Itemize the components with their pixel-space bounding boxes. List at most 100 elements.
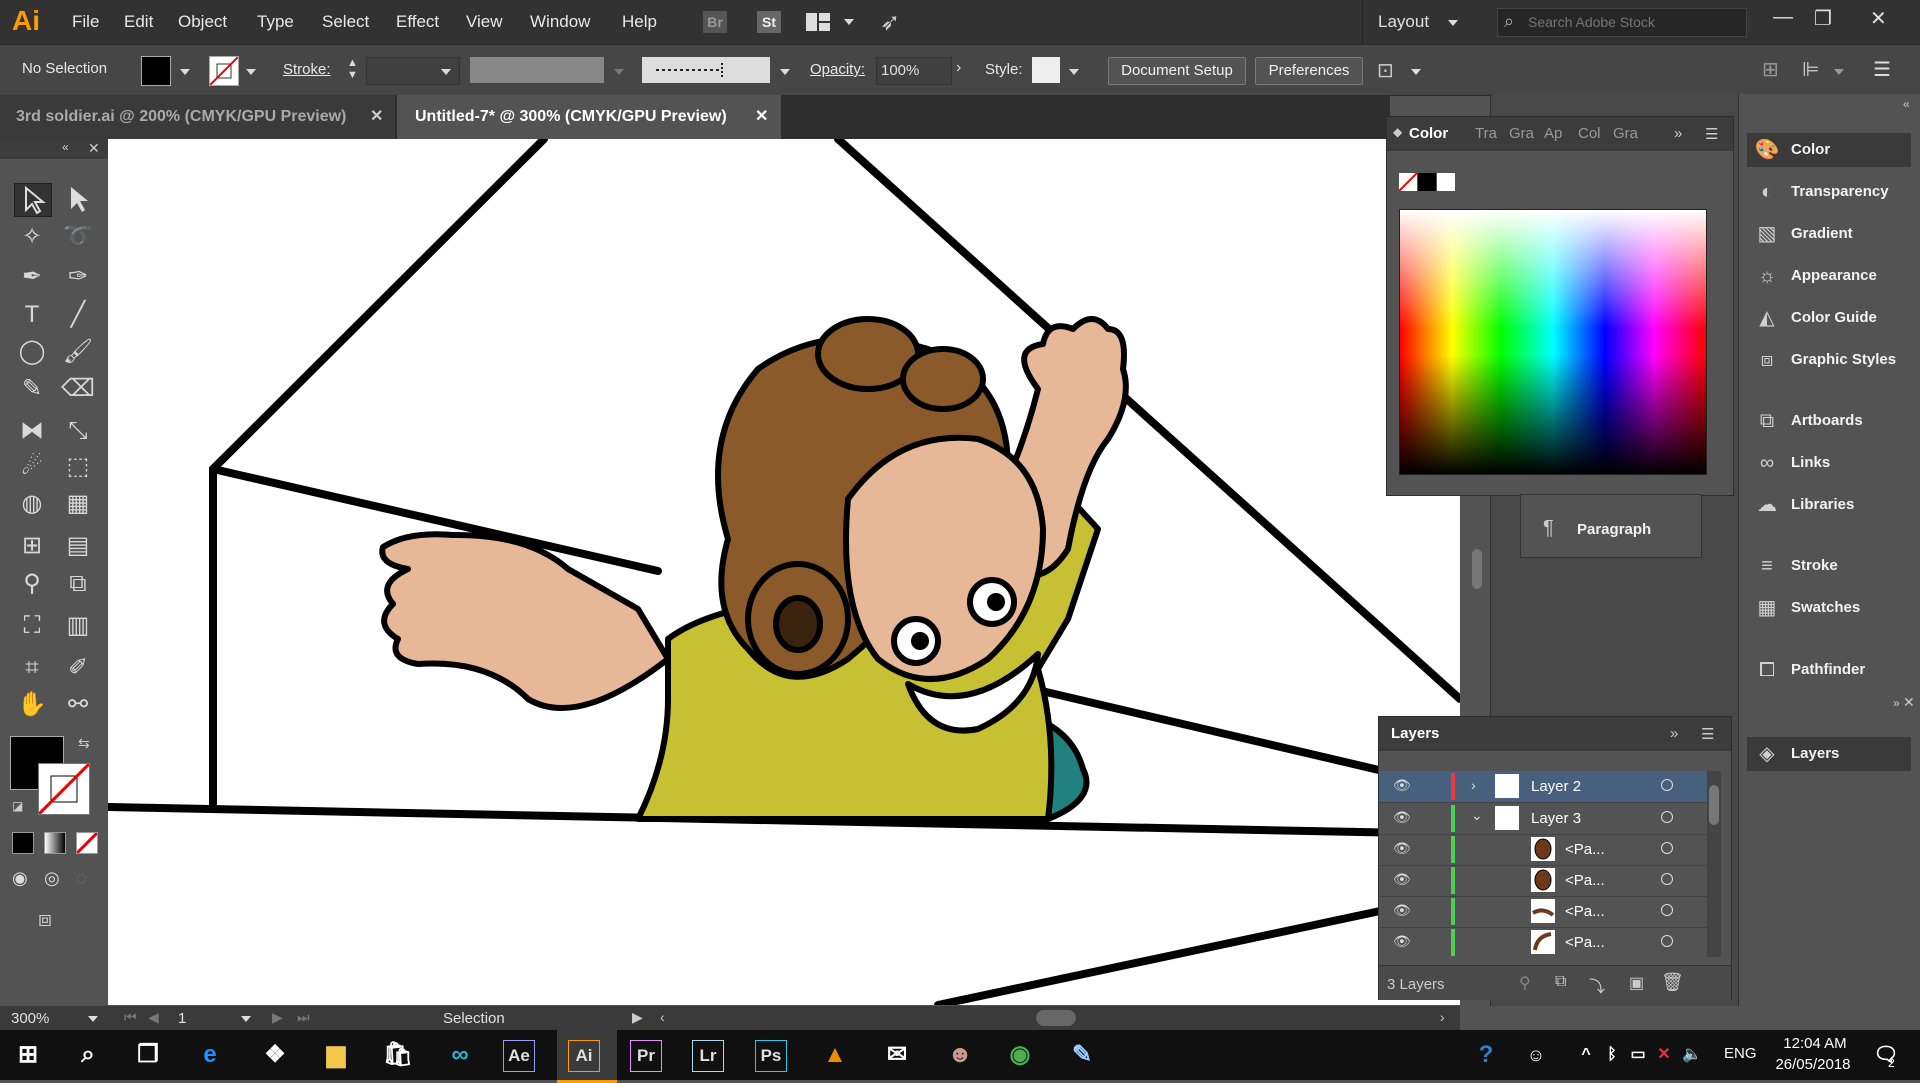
- workspace-switcher[interactable]: Layout: [1378, 12, 1429, 32]
- perspective-grid-icon[interactable]: ▦: [60, 488, 96, 520]
- symbol-sprayer-icon[interactable]: ⛶: [14, 610, 50, 642]
- draw-inside-icon[interactable]: ◌: [76, 868, 87, 889]
- direct-selection-tool-icon[interactable]: [60, 183, 96, 215]
- tab-color-guide[interactable]: Col: [1578, 125, 1601, 142]
- magic-wand-icon[interactable]: ✧: [14, 221, 50, 253]
- layer-row-layer-3[interactable]: 👁 ⌄ Layer 3: [1379, 803, 1721, 835]
- eye-icon[interactable]: 👁: [1393, 840, 1411, 857]
- screen-mode-icon[interactable]: ⧈: [38, 906, 52, 932]
- chevron-left-icon[interactable]: ‹: [660, 1009, 665, 1025]
- infinity-app-icon[interactable]: ∞: [440, 1036, 480, 1074]
- dock-libraries[interactable]: ☁ Libraries: [1747, 488, 1911, 522]
- layer-row-layer-2[interactable]: 👁 › Layer 2: [1379, 771, 1721, 803]
- arrange-documents-icon[interactable]: [806, 13, 830, 31]
- opacity-label[interactable]: Opacity:: [810, 61, 865, 78]
- trash-icon[interactable]: 🗑: [1661, 972, 1684, 993]
- expand-icon[interactable]: »: [1893, 696, 1900, 710]
- pen-tool-icon[interactable]: ✒: [14, 261, 50, 293]
- clipping-mask-icon[interactable]: ⧉: [1555, 973, 1566, 991]
- layer-row-path[interactable]: 👁 <Pa...: [1379, 865, 1721, 897]
- dock-appearance[interactable]: ☼ Appearance: [1747, 259, 1911, 293]
- eye-icon[interactable]: 👁: [1393, 871, 1411, 888]
- chevron-down-icon[interactable]: [1069, 69, 1079, 75]
- photoshop-icon[interactable]: Ps: [755, 1040, 787, 1072]
- first-artboard-icon[interactable]: ⏮: [124, 1009, 137, 1026]
- panel-menu-icon[interactable]: ☰: [1701, 725, 1714, 743]
- dock-pathfinder[interactable]: ⧠ Pathfinder: [1747, 653, 1911, 687]
- search-input[interactable]: [1528, 12, 1738, 32]
- clock-date[interactable]: 26/05/2018: [1770, 1056, 1856, 1073]
- line-tool-icon[interactable]: ╱: [60, 299, 96, 331]
- menu-window[interactable]: Window: [530, 12, 590, 32]
- chevron-right-icon[interactable]: ›: [956, 59, 961, 77]
- target-icon[interactable]: [1661, 904, 1673, 916]
- action-center-icon[interactable]: 🗨: [1866, 1036, 1906, 1074]
- menu-icon[interactable]: ☰: [1873, 57, 1891, 82]
- task-view-icon[interactable]: ❐: [128, 1036, 168, 1074]
- clock-time[interactable]: 12:04 AM: [1776, 1035, 1854, 1052]
- current-tool-status[interactable]: Selection: [443, 1010, 505, 1027]
- close-icon[interactable]: ✕: [88, 140, 100, 157]
- target-icon[interactable]: [1661, 935, 1673, 947]
- menu-effect[interactable]: Effect: [396, 12, 439, 32]
- stock-icon[interactable]: St: [757, 11, 781, 33]
- scale-tool-icon[interactable]: ⤡: [60, 415, 96, 447]
- dock-links[interactable]: ∞ Links: [1747, 446, 1911, 480]
- chevron-down-icon[interactable]: [180, 69, 190, 75]
- reflect-tool-icon[interactable]: ⧓: [14, 415, 50, 447]
- tab-gradient[interactable]: Gra: [1509, 125, 1534, 142]
- close-icon[interactable]: ✕: [1903, 694, 1915, 711]
- last-artboard-icon[interactable]: ⏭: [297, 1009, 310, 1026]
- layers-scrollbar[interactable]: [1707, 771, 1721, 957]
- dock-color[interactable]: 🎨 Color: [1747, 133, 1911, 167]
- scrollbar-thumb[interactable]: [1709, 785, 1719, 825]
- close-icon[interactable]: ✕: [755, 95, 768, 139]
- target-icon[interactable]: [1661, 842, 1673, 854]
- gradient-mode-icon[interactable]: [44, 832, 66, 854]
- chevron-down-icon[interactable]: [614, 69, 624, 75]
- transform-icon[interactable]: ⊞: [1762, 57, 1779, 82]
- draw-normal-icon[interactable]: ◉: [12, 868, 28, 889]
- eyedropper-icon[interactable]: ⚲: [14, 568, 50, 600]
- stroke-stepper[interactable]: ▲ ▼: [347, 57, 359, 83]
- white-swatch[interactable]: [1437, 173, 1455, 191]
- premiere-icon[interactable]: Pr: [630, 1040, 662, 1072]
- photo-app-icon[interactable]: ☻: [940, 1036, 980, 1074]
- menu-help[interactable]: Help: [622, 12, 657, 32]
- close-icon[interactable]: ✕: [1870, 6, 1887, 31]
- illustrator-icon[interactable]: Ai: [568, 1040, 600, 1072]
- none-swatch[interactable]: [1398, 172, 1418, 192]
- chevron-down-icon[interactable]: [441, 69, 451, 75]
- menu-view[interactable]: View: [466, 12, 503, 32]
- dock-layers[interactable]: ◈ Layers: [1747, 737, 1911, 771]
- gradient-tool-icon[interactable]: ▤: [60, 530, 96, 562]
- gpu-performance-icon[interactable]: ➶: [880, 8, 900, 37]
- draw-behind-icon[interactable]: ◎: [44, 868, 60, 889]
- chrome-icon[interactable]: ◉: [1000, 1036, 1040, 1074]
- collapse-icon[interactable]: «: [1903, 97, 1910, 111]
- color-spectrum[interactable]: [1399, 209, 1707, 475]
- previous-artboard-icon[interactable]: ◀: [148, 1009, 159, 1026]
- menu-edit[interactable]: Edit: [124, 12, 153, 32]
- free-transform-icon[interactable]: ⬚: [60, 451, 96, 483]
- align-icon[interactable]: ⊡: [1377, 58, 1394, 83]
- people-icon[interactable]: ☺: [1516, 1036, 1556, 1074]
- chevron-down-icon[interactable]: ⌄: [1471, 807, 1483, 824]
- chevron-down-icon[interactable]: [1411, 69, 1421, 75]
- restore-icon[interactable]: ❐: [1814, 6, 1832, 31]
- menu-select[interactable]: Select: [322, 12, 369, 32]
- eye-icon[interactable]: 👁: [1393, 933, 1411, 950]
- tab-transparency[interactable]: Tra: [1475, 125, 1497, 142]
- variable-width-profile[interactable]: [470, 57, 604, 83]
- document-setup-button[interactable]: Document Setup: [1108, 57, 1246, 85]
- opacity-field[interactable]: 100%: [876, 57, 952, 85]
- hand-tool-icon[interactable]: ✋: [14, 689, 50, 721]
- fill-swatch[interactable]: [141, 56, 171, 86]
- tab-color[interactable]: Color: [1409, 125, 1448, 142]
- stroke-swatch[interactable]: [209, 56, 239, 86]
- after-effects-icon[interactable]: Ae: [503, 1040, 535, 1072]
- paragraph-label[interactable]: Paragraph: [1577, 521, 1651, 538]
- next-artboard-icon[interactable]: ▶: [272, 1009, 283, 1026]
- panel-toggle-icon[interactable]: ◆: [1393, 125, 1402, 139]
- menu-type[interactable]: Type: [257, 12, 294, 32]
